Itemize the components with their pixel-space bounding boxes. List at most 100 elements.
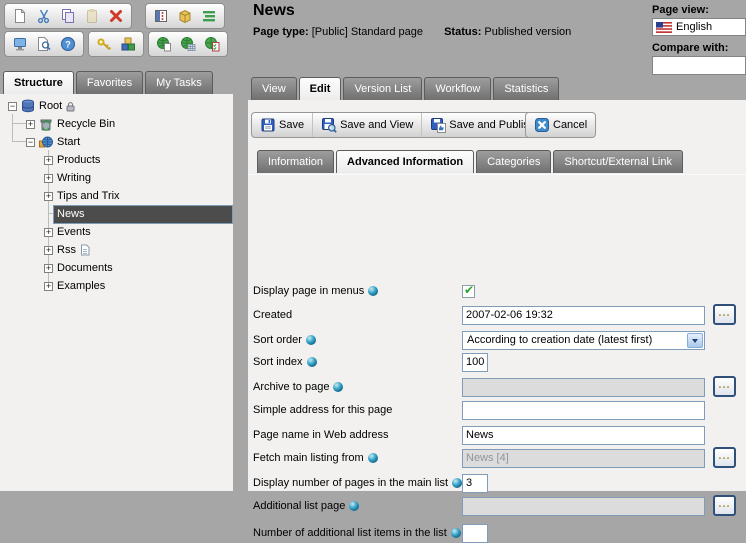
field-label: Sort index	[253, 352, 317, 372]
paste-button[interactable]	[80, 5, 104, 27]
compare-with-select[interactable]	[652, 56, 746, 75]
button-label: Save	[279, 119, 304, 131]
subtab-information[interactable]: Information	[257, 150, 334, 173]
created-input[interactable]	[462, 306, 705, 325]
additional-list-page-input[interactable]	[462, 497, 705, 516]
page-name-in-web-address-input[interactable]	[462, 426, 705, 445]
tab-view[interactable]: View	[251, 77, 297, 100]
field-label-text: Sort order	[253, 334, 302, 346]
cut-button[interactable]	[32, 5, 56, 27]
form-row: Sort order According to creation date (la…	[253, 330, 743, 350]
expand-icon[interactable]: +	[44, 192, 53, 201]
new-page-button[interactable]	[8, 5, 32, 27]
form-row: Display page in menus	[253, 281, 743, 301]
page-icon	[80, 244, 90, 256]
sort-order-select[interactable]: According to creation date (latest first…	[462, 331, 705, 350]
status-label: Status:	[444, 26, 481, 38]
tab-workflow[interactable]: Workflow	[424, 77, 491, 100]
subtab-shortcut-external-link[interactable]: Shortcut/External Link	[553, 150, 683, 173]
collapse-icon[interactable]: −	[26, 138, 35, 147]
number-of-additional-list-items-in-the-list-input[interactable]	[462, 524, 488, 543]
start-globe-icon	[39, 135, 53, 149]
expand-icon[interactable]: +	[44, 264, 53, 273]
tree-item-label: Rss	[57, 244, 76, 256]
form-row: Additional list page...	[253, 496, 743, 516]
preview-monitor-button[interactable]	[8, 33, 32, 55]
preview-page-button[interactable]	[32, 33, 56, 55]
display-page-in-menus-checkbox[interactable]	[462, 285, 475, 298]
tree-item-recycle-bin[interactable]: +Recycle Bin	[0, 115, 233, 133]
toolbar-group: ?	[4, 31, 84, 57]
report-panel-button[interactable]	[149, 5, 173, 27]
tree-item-label: Writing	[57, 172, 91, 184]
tab-statistics[interactable]: Statistics	[493, 77, 559, 100]
field-label-text: Display page in menus	[253, 285, 364, 297]
access-key-button[interactable]	[92, 33, 116, 55]
help-button[interactable]: ?	[56, 33, 80, 55]
button-label: Cancel	[553, 119, 587, 131]
simple-address-for-this-page-input[interactable]	[462, 401, 705, 420]
archive-to-page-input[interactable]	[462, 378, 705, 397]
tree-item-label: Tips and Trix	[57, 190, 120, 202]
expand-icon[interactable]: +	[44, 156, 53, 165]
archive-box-icon	[177, 8, 193, 24]
tab-edit[interactable]: Edit	[299, 77, 342, 100]
globe-grid-button[interactable]	[176, 33, 200, 55]
subtab-advanced-information[interactable]: Advanced Information	[336, 150, 474, 173]
cancel-button[interactable]: Cancel	[526, 113, 595, 137]
expand-icon[interactable]: +	[44, 282, 53, 291]
save-and-view-button[interactable]: Save and View	[312, 113, 421, 137]
plugin-blocks-icon	[120, 36, 136, 52]
field-label-text: Page name in Web address	[253, 429, 389, 441]
display-number-of-pages-in-the-main-list-input[interactable]	[462, 474, 488, 493]
save-button[interactable]: Save	[252, 113, 312, 137]
field-label: Display number of pages in the main list	[253, 473, 462, 493]
language-globe-icon	[452, 478, 462, 488]
fetch-main-listing-from-input[interactable]	[462, 449, 705, 468]
new-page-icon	[12, 8, 28, 24]
tree-item-root[interactable]: −Root	[0, 97, 233, 115]
tree-item-tips-and-trix[interactable]: + Tips and Trix	[0, 187, 233, 205]
property-subtabs: InformationAdvanced InformationCategorie…	[257, 150, 685, 173]
globe-page-button[interactable]	[152, 33, 176, 55]
tree-item-label: Products	[57, 154, 100, 166]
globe-tasks-icon	[204, 36, 220, 52]
delete-button[interactable]	[104, 5, 128, 27]
sidebar-tab-my-tasks[interactable]: My Tasks	[145, 71, 213, 94]
expand-icon[interactable]: +	[44, 228, 53, 237]
tree-item-writing[interactable]: + Writing	[0, 169, 233, 187]
field-control	[462, 523, 488, 543]
expand-icon[interactable]: +	[26, 120, 35, 129]
tree-item-events[interactable]: +Events	[0, 223, 233, 241]
language-globe-icon	[349, 501, 359, 511]
tree-item-label: Examples	[57, 280, 105, 292]
created-browse-button[interactable]: ...	[713, 304, 736, 325]
field-label: Page name in Web address	[253, 425, 389, 445]
fetch-main-listing-from-browse-button[interactable]: ...	[713, 447, 736, 468]
collapse-icon[interactable]: −	[8, 102, 17, 111]
sort-index-input[interactable]	[462, 353, 488, 372]
archive-to-page-browse-button[interactable]: ...	[713, 376, 736, 397]
tree-item-products[interactable]: + Products	[0, 151, 233, 169]
structure-list-button[interactable]	[197, 5, 221, 27]
archive-box-button[interactable]	[173, 5, 197, 27]
tree-item-news[interactable]: News	[0, 205, 233, 223]
paste-icon	[84, 8, 100, 24]
expand-icon[interactable]: +	[44, 174, 53, 183]
cancel-icon	[534, 117, 550, 133]
tree-item-start[interactable]: −Start	[0, 133, 233, 151]
plugin-blocks-button[interactable]	[116, 33, 140, 55]
globe-tasks-button[interactable]	[200, 33, 224, 55]
sidebar-tab-structure[interactable]: Structure	[3, 71, 74, 94]
language-select[interactable]: English	[652, 18, 746, 36]
additional-list-page-browse-button[interactable]: ...	[713, 495, 736, 516]
tab-version-list[interactable]: Version List	[343, 77, 422, 100]
field-label: Display page in menus	[253, 281, 378, 301]
copy-button[interactable]	[56, 5, 80, 27]
sidebar-tab-favorites[interactable]: Favorites	[76, 71, 143, 94]
tree-item-documents[interactable]: +Documents	[0, 259, 233, 277]
subtab-categories[interactable]: Categories	[476, 150, 551, 173]
tree-item-examples[interactable]: + Examples	[0, 277, 233, 295]
expand-icon[interactable]: +	[44, 246, 53, 255]
tree-item-rss[interactable]: + Rss	[0, 241, 233, 259]
